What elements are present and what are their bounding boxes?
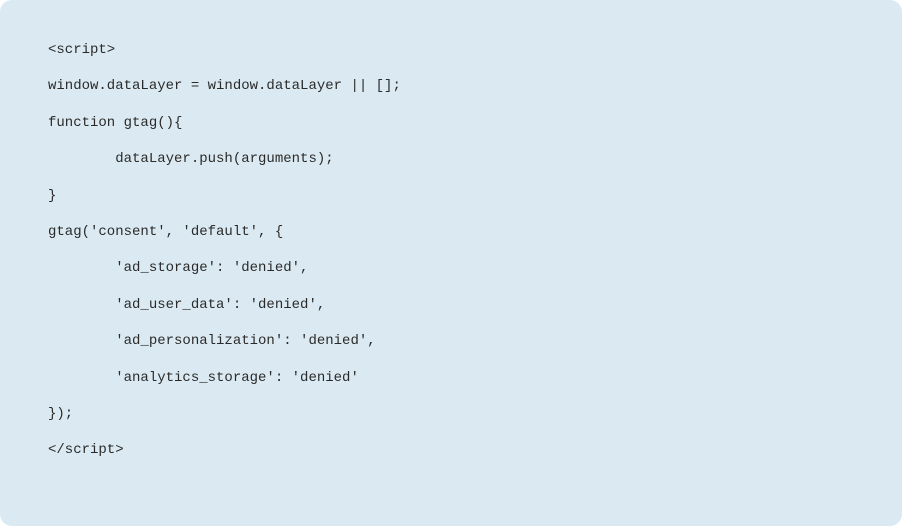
code-line: } [48, 178, 854, 214]
code-line: }); [48, 396, 854, 432]
code-line: 'ad_user_data': 'denied', [48, 287, 854, 323]
code-line: function gtag(){ [48, 105, 854, 141]
code-block: <script> window.dataLayer = window.dataL… [0, 0, 902, 526]
code-line: window.dataLayer = window.dataLayer || [… [48, 68, 854, 104]
code-line: dataLayer.push(arguments); [48, 141, 854, 177]
code-line: <script> [48, 32, 854, 68]
code-line: 'ad_storage': 'denied', [48, 250, 854, 286]
code-line: gtag('consent', 'default', { [48, 214, 854, 250]
code-line: </script> [48, 432, 854, 468]
code-line: 'ad_personalization': 'denied', [48, 323, 854, 359]
code-line: 'analytics_storage': 'denied' [48, 360, 854, 396]
